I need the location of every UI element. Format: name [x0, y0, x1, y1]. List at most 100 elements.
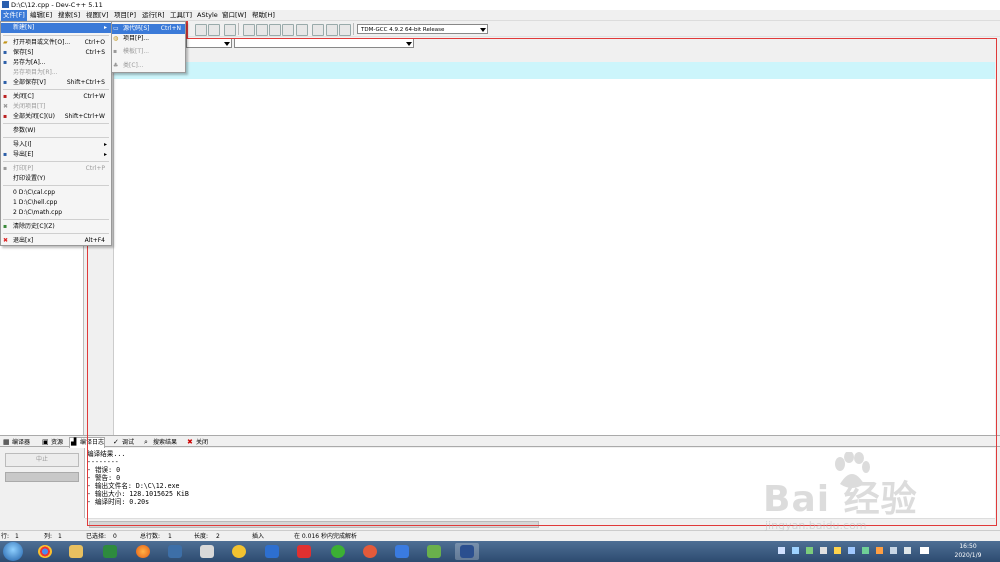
taskbar-chrome[interactable]	[33, 543, 57, 560]
grid-view-icon[interactable]	[243, 24, 255, 36]
menu-item-print[interactable]: ▪ 打印[P] Ctrl+P	[1, 164, 111, 174]
app-icon	[232, 545, 246, 558]
menu-item-close[interactable]: ▪ 关闭[C] Ctrl+W	[1, 92, 111, 102]
menu-item-parameters[interactable]: 参数(W)	[1, 126, 111, 136]
menu-item-close-all[interactable]: ▪ 全部关闭[C](U) Shift+Ctrl+W	[1, 112, 111, 122]
menu-astyle[interactable]: AStyle	[195, 10, 220, 21]
menu-item-open[interactable]: ▰ 打开项目或文件[O]... Ctrl+O	[1, 38, 111, 48]
menu-item-recent-file[interactable]: 0 D:\C\cal.cpp	[1, 188, 111, 198]
close-project-icon: ✖	[3, 103, 9, 110]
menu-separator	[3, 89, 109, 90]
menu-window[interactable]: 窗口[W]	[220, 10, 249, 21]
log-line: --------	[87, 458, 119, 466]
tray-icon[interactable]	[820, 547, 827, 554]
taskbar-app[interactable]	[358, 543, 382, 560]
menu-view[interactable]: 视图[V]	[84, 10, 111, 21]
menu-item-save-project-as[interactable]: 另存项目为[R]...	[1, 68, 111, 78]
taskbar-virtualbox[interactable]	[163, 543, 187, 560]
resource-icon: ▣	[42, 438, 49, 446]
tray-icon[interactable]	[862, 547, 869, 554]
menu-run[interactable]: 运行[R]	[140, 10, 167, 21]
compiler-select[interactable]: TDM-GCC 4.9.2 64-bit Release	[357, 24, 488, 34]
start-button[interactable]	[3, 542, 23, 561]
volume-icon[interactable]	[904, 547, 911, 554]
menu-bar: 文件[F] 编辑[E] 搜索[S] 视图[V] 项目[P] 运行[R] 工具[T…	[0, 10, 1000, 21]
abort-button[interactable]: 中止	[5, 453, 79, 467]
debug-bug-icon[interactable]	[339, 24, 351, 36]
taskbar-media[interactable]	[195, 543, 219, 560]
menu-item-export[interactable]: ▪ 导出[E] ▸	[1, 150, 111, 160]
menu-item-save-as[interactable]: ▪ 另存为[A]...	[1, 58, 111, 68]
export-icon: ▪	[3, 151, 8, 158]
menu-search[interactable]: 搜索[S]	[56, 10, 82, 21]
compile-log[interactable]: 编译结果... -------- - 错误: 0 - 警告: 0 - 输出文件名…	[85, 448, 995, 518]
taskbar-app[interactable]	[422, 543, 446, 560]
taskbar-explorer[interactable]	[64, 543, 88, 560]
menu-file[interactable]: 文件[F]	[1, 10, 27, 21]
taskbar-firefox[interactable]	[131, 543, 155, 560]
menu-item-import[interactable]: 导入[I] ▸	[1, 140, 111, 150]
taskbar-wechat[interactable]	[326, 543, 350, 560]
printer-icon: ▪	[3, 165, 8, 172]
tray-icon[interactable]	[778, 547, 785, 554]
save-icon: ▪	[3, 49, 8, 56]
layout-icon[interactable]	[269, 24, 281, 36]
tab-compile-log[interactable]: ▟ 编译日志	[69, 437, 106, 448]
tray-icon[interactable]	[848, 547, 855, 554]
taskbar-app[interactable]	[390, 543, 414, 560]
window-icon[interactable]	[256, 24, 268, 36]
log-horizontal-scrollbar[interactable]	[85, 518, 995, 528]
new-submenu: ▭ 源代码[S] Ctrl+N ◍ 项目[P]... ▪ 模板[T]... ♣ 类[C].…	[111, 21, 186, 73]
chart-icon[interactable]	[326, 24, 338, 36]
clock-time: 16:50	[959, 543, 977, 550]
scrollbar-thumb[interactable]	[89, 521, 539, 528]
submenu-item-project[interactable]: ◍ 项目[P]...	[112, 34, 185, 44]
tray-icon[interactable]	[876, 547, 883, 554]
member-select[interactable]	[234, 38, 414, 48]
menu-item-new[interactable]: 新建[N] ▸	[1, 23, 111, 33]
menu-help[interactable]: 帮助[H]	[250, 10, 277, 21]
tray-icon[interactable]	[806, 547, 813, 554]
code-editor[interactable]	[114, 62, 995, 435]
cross-icon[interactable]	[312, 24, 324, 36]
window-title: D:\C\12.cpp - Dev-C++ 5.11	[11, 1, 103, 9]
status-bar: 行: 1 列: 1 已选择: 0 总行数: 1 长度: 2 插入 在 0.016…	[0, 530, 1000, 541]
excel-icon	[103, 545, 117, 558]
taskbar-clock[interactable]: 16:50 2020/1/9	[946, 542, 990, 560]
menu-project[interactable]: 项目[P]	[112, 10, 138, 21]
shield-icon[interactable]	[224, 24, 236, 36]
menu-item-exit[interactable]: ✖ 退出[x] Alt+F4	[1, 236, 111, 246]
menu-tools[interactable]: 工具[T]	[168, 10, 194, 21]
menu-item-recent-file[interactable]: 1 D:\C\hell.cpp	[1, 198, 111, 208]
taskbar-wps[interactable]	[260, 543, 284, 560]
menu-edit[interactable]: 编辑[E]	[28, 10, 54, 21]
forward-arrow-icon[interactable]	[208, 24, 220, 36]
submenu-item-class[interactable]: ♣ 类[C]...	[112, 61, 185, 71]
menu-item-close-project[interactable]: ✖ 关闭项目[T]	[1, 102, 111, 112]
tile-icon[interactable]	[282, 24, 294, 36]
menu-item-clear-history[interactable]: ▪ 清除历史[C](Z)	[1, 222, 111, 232]
taskbar-app[interactable]	[292, 543, 316, 560]
title-bar: D:\C\12.cpp - Dev-C++ 5.11	[0, 0, 1000, 10]
compiler-select-value: TDM-GCC 4.9.2 64-bit Release	[361, 27, 445, 33]
menu-item-print-setup[interactable]: 打印设置(Y)	[1, 174, 111, 184]
class-select[interactable]	[186, 38, 232, 48]
tray-icon[interactable]	[792, 547, 799, 554]
check-icon[interactable]	[296, 24, 308, 36]
log-line: - 警告: 0	[87, 474, 121, 482]
submenu-item-template[interactable]: ▪ 模板[T]...	[112, 47, 185, 57]
search-icon: ⌕	[144, 438, 148, 446]
taskbar-devcpp[interactable]	[455, 543, 479, 560]
chevron-down-icon	[480, 28, 486, 32]
input-method-icon[interactable]	[920, 547, 929, 554]
wechat-icon	[331, 545, 345, 558]
menu-item-recent-file[interactable]: 2 D:\C\math.cpp	[1, 208, 111, 218]
menu-item-save[interactable]: ▪ 保存[S] Ctrl+S	[1, 48, 111, 58]
taskbar-excel[interactable]	[98, 543, 122, 560]
tray-icon[interactable]	[834, 547, 841, 554]
network-icon[interactable]	[890, 547, 897, 554]
back-arrow-icon[interactable]	[195, 24, 207, 36]
menu-item-save-all[interactable]: ▪ 全部保存[V] Shift+Ctrl+S	[1, 78, 111, 88]
taskbar-app[interactable]	[227, 543, 251, 560]
submenu-item-source-file[interactable]: ▭ 源代码[S] Ctrl+N	[112, 24, 185, 34]
